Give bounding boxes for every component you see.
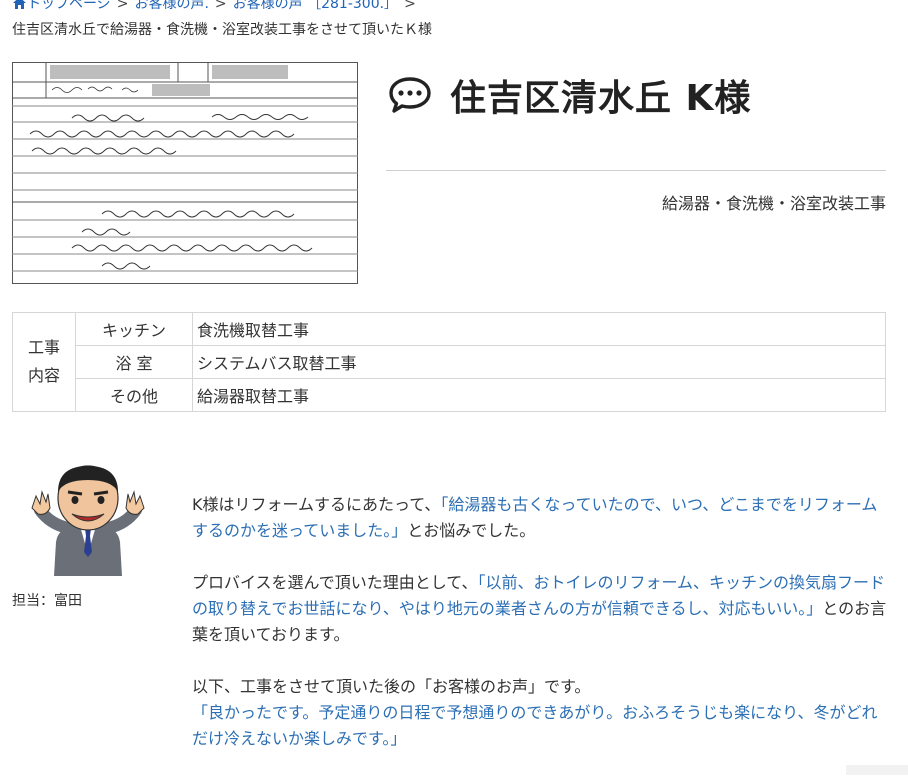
paragraph: 以下、工事をさせて頂いた後の「お客様のお声」です。 「良かったです。予定通りの日程… <box>192 677 878 748</box>
title-divider <box>386 170 886 171</box>
page-subtitle: 住吉区清水丘で給湯器・食洗機・浴室改装工事をさせて頂いたＫ様 <box>12 22 432 38</box>
work-detail-cell: 給湯器取替工事 <box>192 378 886 412</box>
home-icon <box>13 0 26 9</box>
breadcrumb-separator: > <box>116 0 129 12</box>
table-row: 工事 内容 キッチン 食洗機取替工事 <box>12 312 886 412</box>
breadcrumb-voice-range-link[interactable]: お客様の声 ［281-300.］ <box>233 0 398 12</box>
table-row: その他 給湯器取替工事 <box>13 378 886 412</box>
work-content-heading: 工事 内容 <box>12 312 76 412</box>
breadcrumb-voice-link[interactable]: お客様の声. <box>134 0 208 12</box>
work-summary: 給湯器・食洗機・浴室改装工事 <box>661 194 886 213</box>
work-category-cell: キッチン <box>75 312 193 346</box>
customer-quote: 「良かったです。予定通りの日程で予想通りのできあがり。おふろそうじも楽になり、冬… <box>192 703 878 748</box>
page-title-area: 住吉区清水丘 K様 <box>388 70 751 120</box>
breadcrumb-home-link[interactable]: トップページ <box>12 0 111 12</box>
speech-bubble-icon <box>389 77 431 113</box>
questionnaire-scan-image <box>12 62 358 284</box>
work-content-table: 工事 内容 キッチン 食洗機取替工事 浴 室 システムバス取替工事 その他 給湯… <box>12 312 886 412</box>
work-category-cell: その他 <box>75 378 193 412</box>
work-detail-cell: システムバス取替工事 <box>192 345 886 379</box>
staff-avatar <box>31 465 145 576</box>
breadcrumb-separator: > <box>404 0 416 12</box>
work-detail-cell: 食洗機取替工事 <box>192 312 886 346</box>
paragraph: プロバイスを選んで頂いた理由として、「以前、おトイレのリフォーム、キッチンの換気… <box>192 573 887 644</box>
work-category-cell: 浴 室 <box>75 345 193 379</box>
page-corner <box>846 765 908 775</box>
article-body: K様はリフォームするにあたって、「給湯器も古くなっていたので、いつ、どこまでをリ… <box>192 492 888 778</box>
page-title: 住吉区清水丘 K様 <box>450 78 752 119</box>
staff-label: 担当：富田 <box>12 593 82 609</box>
paragraph: K様はリフォームするにあたって、「給湯器も古くなっていたので、いつ、どこまでをリ… <box>192 495 878 540</box>
table-row: 浴 室 システムバス取替工事 <box>13 345 886 379</box>
breadcrumb: トップページ > お客様の声. > お客様の声 ［281-300.］ > <box>12 0 422 14</box>
breadcrumb-separator: > <box>214 0 227 12</box>
